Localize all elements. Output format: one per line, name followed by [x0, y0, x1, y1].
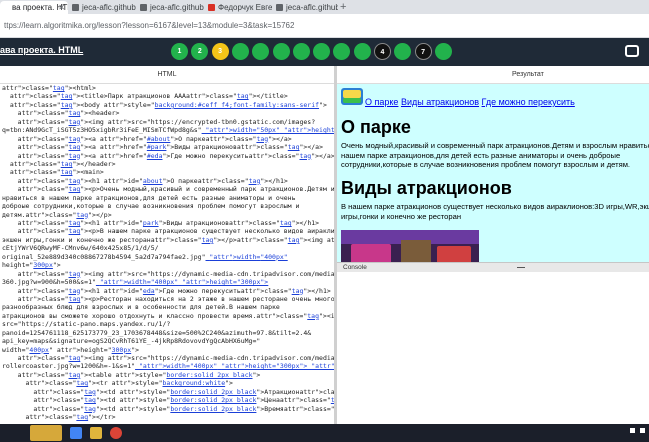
code-line[interactable]: attr">class="tag"><p>Очень модный,красив… — [2, 185, 334, 193]
code-line[interactable]: rollercoaster.jpg?w=1200&h=-1&s=1" "attr… — [2, 362, 334, 370]
code-line[interactable]: attr">class="tag"><td attr">style="borde… — [2, 396, 334, 404]
code-line[interactable]: attr">class="tag"><tr attr">style="backg… — [2, 379, 334, 387]
preview-heading-about: О парке — [341, 117, 411, 137]
lesson-step[interactable]: 4 — [374, 43, 391, 60]
browser-tab-bar: ва проекта. HTML ✕ jeca-aflc.github.io/F… — [0, 0, 649, 14]
nav-link-eda[interactable]: Где можно перекусить — [482, 97, 575, 107]
lesson-step[interactable]: 7 — [414, 43, 432, 60]
browser-tab[interactable]: jeca-aflc.github.io/Fedorchuk/ — [70, 1, 136, 14]
code-line[interactable]: attr">class="tag"></header> — [2, 160, 334, 168]
code-line[interactable]: attr">class="tag"><td attr">style="borde… — [2, 405, 334, 413]
browser-tab[interactable]: jeca-aflc.github.io/Fedorchuk/ — [138, 1, 204, 14]
lesson-step[interactable] — [272, 43, 290, 60]
code-line[interactable]: разнообразных блюд для взрослых и в особ… — [2, 303, 334, 311]
address-bar: ttps://learn.algoritmika.org/lesson?less… — [0, 14, 649, 38]
nav-link-about[interactable]: О парке — [365, 97, 398, 107]
code-line[interactable]: attr">class="tag"><a attr">href="#park">… — [2, 143, 334, 151]
html-pane-header: HTML — [0, 66, 334, 84]
result-preview: О парке Виды атракционов Где можно перек… — [337, 84, 649, 262]
lesson-step[interactable] — [434, 43, 452, 60]
new-tab-button[interactable]: + — [340, 0, 346, 14]
lesson-step[interactable]: 2 — [191, 43, 209, 60]
browser-tab-active[interactable]: ва проекта. HTML ✕ — [0, 1, 68, 14]
network-icon[interactable] — [630, 428, 636, 433]
lesson-header: ава проекта. HTML 123 4 7 — [0, 38, 649, 66]
nav-link-park[interactable]: Виды атракционов — [401, 97, 479, 107]
code-line[interactable]: attr">class="tag"><table attr">style="bo… — [2, 371, 334, 379]
url-field[interactable]: ttps://learn.algoritmika.org/lesson?less… — [0, 17, 649, 35]
github-icon — [72, 4, 79, 11]
park-logo-image — [341, 88, 363, 105]
console-output — [337, 272, 649, 424]
attraction-photo — [341, 230, 479, 262]
code-line[interactable]: api_key=maps&signature=ogS2QCvRhT61YE_-4… — [2, 337, 334, 345]
lesson-step[interactable] — [292, 43, 310, 60]
code-line[interactable]: panoid=1254761118_625173779_23_170367844… — [2, 329, 334, 337]
github-icon — [276, 4, 283, 11]
code-line[interactable]: нравиться в нашем парке атракционов,для … — [2, 194, 334, 202]
code-line[interactable]: width="400px" attr">height="300px"> — [2, 346, 334, 354]
code-line[interactable]: attr">class="tag"><h1 attr">id="about">О… — [2, 177, 334, 185]
code-line[interactable]: attr">class="tag"><p>Ресторан находиться… — [2, 295, 334, 303]
code-line[interactable]: q=tbn:ANd9GcT_iSGT5z3HO5xigbRr3iFeE_MISm… — [2, 126, 334, 134]
code-line[interactable]: attr">class="tag"><img attr">src="https:… — [2, 118, 334, 126]
lesson-step[interactable]: 3 — [211, 43, 229, 60]
lesson-step[interactable] — [333, 43, 351, 60]
github-icon — [140, 4, 147, 11]
preview-paragraph-park: В нашем парке атракционов существует нес… — [341, 202, 649, 221]
minimize-console-icon[interactable] — [517, 267, 525, 268]
system-tray — [630, 428, 645, 435]
result-pane-header: Результат — [337, 66, 649, 84]
taskbar-app-icon[interactable] — [90, 427, 102, 439]
console-bar[interactable]: Console — [337, 262, 649, 272]
code-line[interactable]: attr">class="tag"><td attr">style="borde… — [2, 388, 334, 396]
code-line[interactable]: cEtjYWrV6QRwyMF-CMnv6w/640x425x85/1/d/5/ — [2, 244, 334, 252]
taskbar-thumbnail[interactable] — [30, 425, 62, 441]
code-line[interactable]: детям.attr">class="tag"></p> — [2, 211, 334, 219]
gmail-icon — [208, 4, 215, 11]
code-line[interactable]: attr">class="tag"><img attr">src="https:… — [2, 270, 334, 278]
code-line[interactable]: attr">class="tag"><img attr">src="https:… — [2, 354, 334, 362]
lesson-step[interactable]: 1 — [171, 43, 188, 60]
code-line[interactable]: height="300px"> — [2, 261, 334, 269]
code-line[interactable]: attr">class="tag"><header> — [2, 109, 334, 117]
code-line[interactable]: attr">class="tag"><a attr">href="#about"… — [2, 135, 334, 143]
volume-icon[interactable] — [640, 428, 645, 433]
browser-tab[interactable]: Федорчук Евгений - algoritmika — [206, 1, 272, 14]
code-line[interactable]: attr">class="tag"></tr> — [2, 413, 334, 421]
code-line[interactable]: src="https://static-pano.maps.yandex.ru/… — [2, 320, 334, 328]
lesson-step[interactable] — [353, 43, 371, 60]
code-line[interactable]: attr">class="tag"><h1 attr">id="park">Ви… — [2, 219, 334, 227]
code-line[interactable]: экшен игры,гонки и конечно же ресторанat… — [2, 236, 334, 244]
close-tab-icon[interactable]: ✕ — [58, 1, 65, 14]
lesson-step[interactable] — [313, 43, 331, 60]
preview-paragraph-about: Очень модный,красивый и современный парк… — [341, 141, 649, 169]
code-line[interactable]: 360.jpg?w=900&h=500&s=1" "attr">width="4… — [2, 278, 334, 286]
code-line[interactable]: атракционов вы сможете хорошо отдохнуть … — [2, 312, 334, 320]
preview-heading-park: Виды атракционов — [341, 178, 512, 198]
lesson-title[interactable]: ава проекта. HTML — [0, 45, 83, 55]
chat-icon[interactable] — [625, 45, 639, 57]
code-line[interactable]: доброые сотрудники,которые в случае возн… — [2, 202, 334, 210]
code-line[interactable]: attr">class="tag"><body attr">style="bac… — [2, 101, 334, 109]
code-line[interactable]: attr">class="tag"><main> — [2, 168, 334, 176]
code-line[interactable]: attr">class="tag"><p>В нашем парке атрак… — [2, 227, 334, 235]
browser-tab[interactable]: jeca-aflc.github.io/Fedorchuk/ — [274, 1, 338, 14]
html-code-editor[interactable]: attr">class="tag"><html> attr">class="ta… — [0, 84, 334, 424]
lesson-step[interactable] — [394, 43, 412, 60]
code-line[interactable]: original_52e889d340c08867278b4594_5a2d7a… — [2, 253, 334, 261]
code-line[interactable]: attr">class="tag"><html> — [2, 84, 334, 92]
preview-nav: О парке Виды атракционов Где можно перек… — [365, 97, 575, 107]
console-label: Console — [343, 264, 367, 271]
code-line[interactable]: attr">class="tag"><title>Парк атракционо… — [2, 92, 334, 100]
lesson-step[interactable] — [231, 43, 249, 60]
code-lines[interactable]: attr">class="tag"><html> attr">class="ta… — [0, 84, 334, 422]
taskbar-app-icon[interactable] — [70, 427, 82, 439]
code-line[interactable]: attr">class="tag"><a attr">href="#eda">Г… — [2, 152, 334, 160]
code-line[interactable]: attr">class="tag"><h1 attr">id="eda">Где… — [2, 287, 334, 295]
os-taskbar — [0, 424, 649, 442]
chrome-icon[interactable] — [110, 427, 122, 439]
lesson-step[interactable] — [252, 43, 270, 60]
